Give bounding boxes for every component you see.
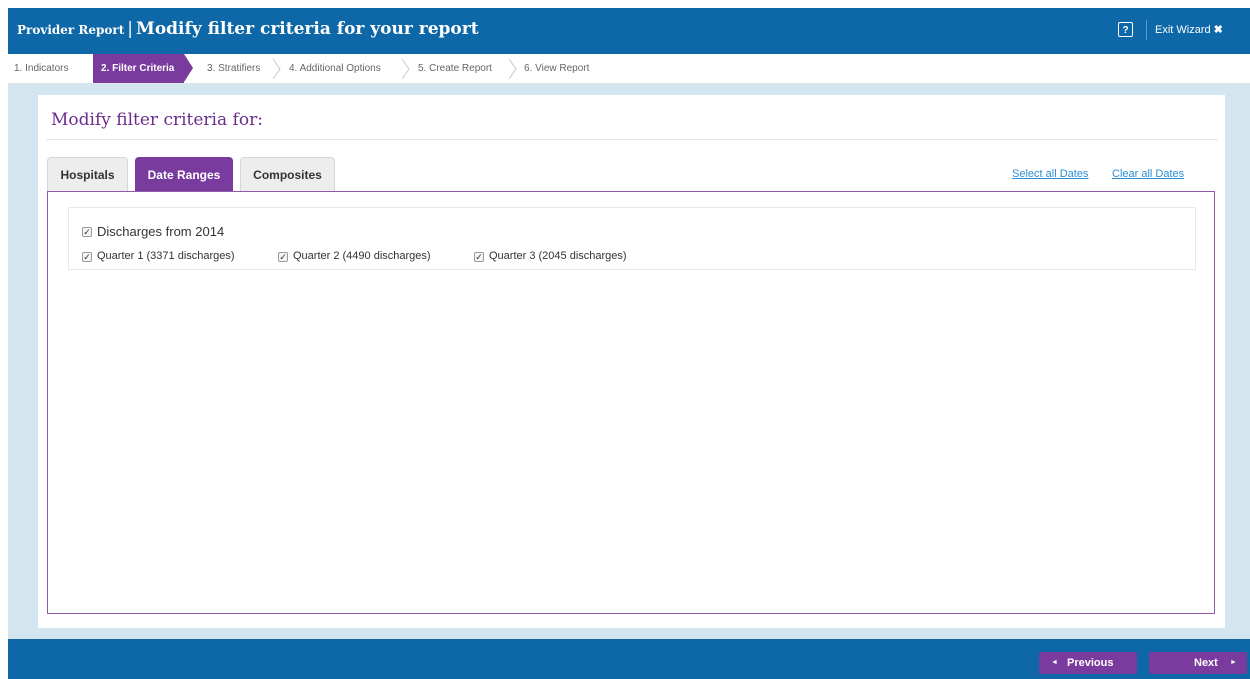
wizard-window: Provider Report | Modify filter criteria f… — [8, 8, 1250, 679]
wizard-steps: 1. Indicators 2. Filter Criteria 3. Stra… — [8, 54, 1250, 84]
title-separator: | — [127, 19, 134, 39]
tab-hospitals[interactable]: Hospitals — [47, 157, 128, 191]
step-indicators[interactable]: 1. Indicators — [14, 54, 68, 83]
help-button[interactable]: ? — [1118, 22, 1133, 37]
title-divider — [46, 139, 1218, 140]
footer-bar: ◄ Previous Next ► — [8, 639, 1250, 679]
step-view-report[interactable]: 6. View Report — [524, 54, 589, 83]
header-bar: Provider Report | Modify filter criteria f… — [8, 8, 1250, 54]
panel-title: Modify filter criteria for: — [51, 110, 263, 130]
tab-date-ranges[interactable]: Date Ranges — [135, 157, 233, 191]
header-title: Provider Report | Modify filter criteria f… — [17, 19, 479, 39]
arrow-left-icon: ◄ — [1051, 659, 1058, 666]
quarter-1-checkbox[interactable]: ✓ — [82, 252, 92, 262]
exit-wizard-button[interactable]: Exit Wizard ✖ — [1155, 23, 1223, 36]
previous-button[interactable]: ◄ Previous — [1039, 652, 1137, 674]
step-stratifiers[interactable]: 3. Stratifiers — [207, 54, 260, 83]
chevron-right-icon — [272, 58, 281, 80]
quarter-3-label: Quarter 3 (2045 discharges) — [489, 250, 627, 262]
close-icon: ✖ — [1213, 24, 1223, 36]
chevron-right-icon — [508, 58, 517, 80]
next-label: Next — [1194, 657, 1218, 669]
arrow-right-icon: ► — [1230, 659, 1237, 666]
step-create-report[interactable]: 5. Create Report — [418, 54, 492, 83]
date-group-label: Discharges from 2014 — [97, 224, 225, 239]
step-additional-options[interactable]: 4. Additional Options — [289, 54, 381, 83]
exit-wizard-label: Exit Wizard — [1155, 24, 1211, 36]
clear-all-dates-link[interactable]: Clear all Dates — [1112, 168, 1184, 180]
quarter-1-label: Quarter 1 (3371 discharges) — [97, 250, 235, 262]
next-button[interactable]: Next ► — [1149, 652, 1247, 674]
content-panel: Modify filter criteria for: Hospitals Da… — [38, 95, 1225, 628]
quarter-3-checkbox[interactable]: ✓ — [474, 252, 484, 262]
header-divider — [1146, 20, 1147, 40]
tab-composites[interactable]: Composites — [240, 157, 335, 191]
date-group-2014: ✓ Discharges from 2014 ✓ Quarter 1 (3371… — [68, 207, 1196, 270]
discharges-2014-checkbox[interactable]: ✓ — [82, 227, 92, 237]
quarter-2-label: Quarter 2 (4490 discharges) — [293, 250, 431, 262]
report-type-label: Provider Report — [17, 23, 125, 37]
date-ranges-pane: ✓ Discharges from 2014 ✓ Quarter 1 (3371… — [47, 191, 1215, 614]
quarter-2-checkbox[interactable]: ✓ — [278, 252, 288, 262]
previous-label: Previous — [1067, 657, 1114, 669]
select-all-dates-link[interactable]: Select all Dates — [1012, 168, 1088, 180]
chevron-right-icon — [401, 58, 410, 80]
page-title: Modify filter criteria for your report — [136, 19, 479, 39]
step-filter-criteria[interactable]: 2. Filter Criteria — [93, 54, 193, 83]
